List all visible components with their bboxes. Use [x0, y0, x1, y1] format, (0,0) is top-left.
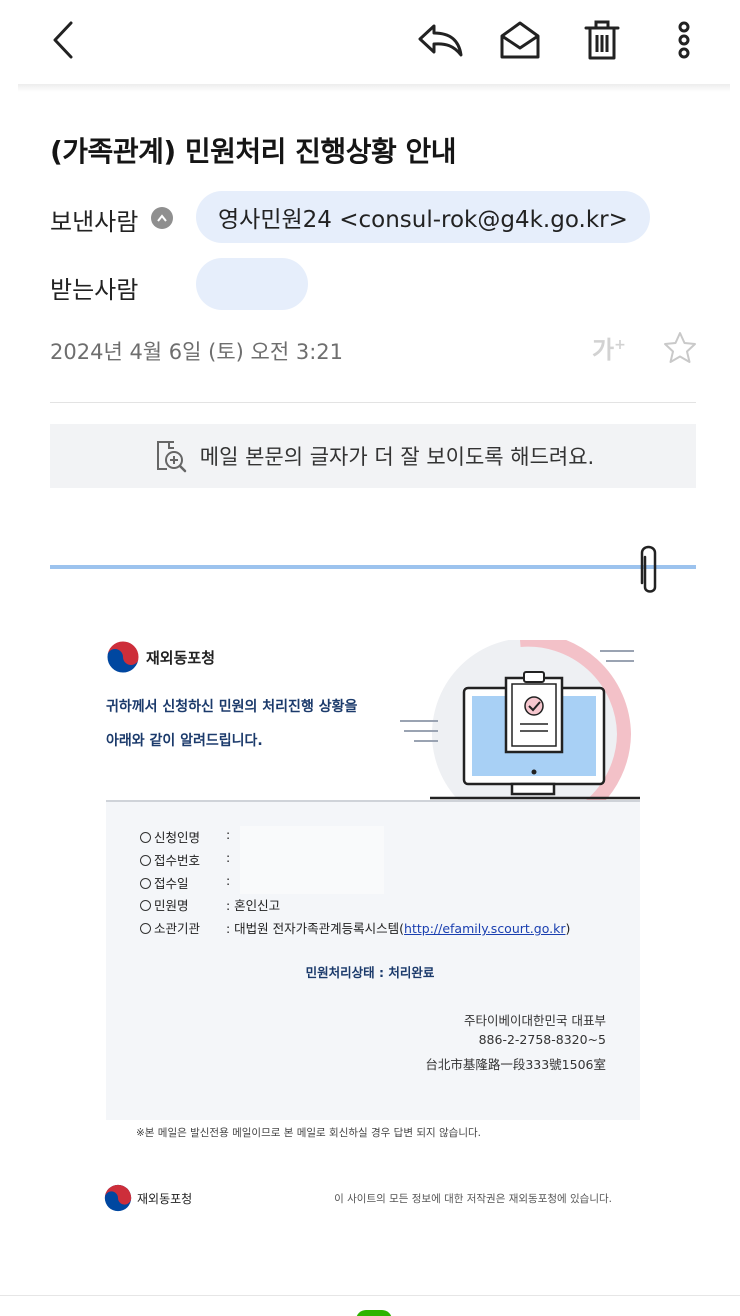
back-icon: [53, 21, 73, 59]
info-row-applicant: 신청인명: [140, 827, 200, 846]
more-icon: [678, 21, 690, 59]
trash-icon: [584, 20, 620, 60]
redacted-area: [240, 826, 384, 894]
font-size-plus: +: [614, 337, 626, 353]
sender-expand-button[interactable]: [151, 207, 173, 229]
efamily-link[interactable]: http://efamily.scourt.go.kr: [404, 921, 565, 936]
bullet-circle-icon: [140, 855, 151, 866]
bullet-circle-icon: [140, 878, 151, 889]
more-button[interactable]: [658, 14, 710, 66]
sign-address: 台北市基隆路一段333號1506室: [425, 1057, 606, 1072]
mail-toolbar: [0, 0, 740, 84]
info-value: : 혼인신고: [226, 898, 281, 913]
mail-subject: (가족관계) 민원처리 진행상황 안내: [50, 135, 456, 168]
readability-text: 메일 본문의 글자가 더 잘 보이도록 해드려요.: [199, 445, 595, 469]
info-label: 민원명: [154, 898, 189, 913]
info-label: 접수일: [154, 876, 189, 891]
mark-unread-icon: [500, 21, 540, 59]
monitor-document-icon: [400, 632, 640, 830]
bullet-circle-icon: [140, 923, 151, 934]
star-button[interactable]: [662, 330, 698, 370]
sign-phone: 886-2-2758-8320~5: [478, 1032, 606, 1047]
toolbar-shadow: [18, 84, 730, 92]
mark-unread-button[interactable]: [494, 14, 546, 66]
no-reply-notice: ※본 메일은 발신전용 메일이므로 본 메일로 회신하실 경우 답변 되지 않습…: [136, 1127, 481, 1139]
mail-date: 2024년 4월 6일 (토) 오전 3:21: [50, 340, 344, 364]
info-value: :: [226, 827, 231, 842]
reply-button[interactable]: [414, 14, 466, 66]
font-size-label: 가: [592, 336, 615, 364]
lead-line-2: 아래와 같이 알려드립니다.: [106, 733, 263, 749]
info-value: :: [226, 850, 231, 865]
header-divider: [50, 402, 696, 403]
star-icon: [664, 332, 696, 363]
taeguk-logo-icon: [104, 1184, 132, 1212]
brand-name: 재외동포청: [146, 648, 216, 667]
recipient-label: 받는사람: [50, 276, 139, 304]
info-label: 소관기관: [154, 921, 201, 936]
delete-button[interactable]: [576, 14, 628, 66]
zoom-text-icon: [156, 441, 186, 473]
bullet-circle-icon: [140, 832, 151, 843]
bottom-action-button[interactable]: [356, 1310, 392, 1316]
recipient-chip[interactable]: [196, 258, 308, 310]
footer-logo: 재외동포청: [104, 1184, 192, 1212]
font-size-button[interactable]: 가+: [592, 330, 626, 365]
info-value: :: [226, 873, 231, 888]
brand-logo: 재외동포청: [106, 640, 215, 674]
readability-banner[interactable]: 메일 본문의 글자가 더 잘 보이도록 해드려요.: [50, 424, 696, 488]
info-row-receipt-date: 접수일: [140, 873, 189, 892]
agency-text-end: ): [565, 921, 571, 936]
back-button[interactable]: [38, 14, 90, 66]
lead-line-1: 귀하께서 신청하신 민원의 처리진행 상황을: [106, 699, 358, 715]
reply-icon: [418, 24, 463, 57]
process-status: 민원처리상태 : 처리완료: [305, 965, 435, 980]
bullet-circle-icon: [140, 900, 151, 911]
info-row-receipt-number: 접수번호: [140, 850, 200, 869]
attachment-button[interactable]: [638, 543, 662, 603]
footer-copyright: 이 사이트의 모든 정보에 대한 저작권은 재외동포청에 있습니다.: [334, 1193, 612, 1205]
chevron-up-icon: [157, 214, 167, 222]
bottom-divider: [0, 1295, 740, 1296]
attachment-divider: [50, 565, 696, 569]
taeguk-logo-icon: [106, 640, 140, 674]
info-value-agency: : 대법원 전자가족관계등록시스템(http://efamily.scourt.…: [226, 918, 570, 937]
sender-chip[interactable]: 영사민원24 <consul-rok@g4k.go.kr>: [196, 191, 650, 243]
info-label: 접수번호: [154, 853, 201, 868]
paperclip-icon: [640, 545, 657, 593]
agency-text: : 대법원 전자가족관계등록시스템(: [226, 921, 405, 936]
sign-office: 주타이베이대한민국 대표부: [464, 1013, 606, 1028]
footer-brand-name: 재외동포청: [137, 1191, 193, 1206]
info-label: 신청인명: [154, 830, 201, 845]
info-row-petition-name: 민원명: [140, 895, 189, 914]
sender-label: 보낸사람: [50, 208, 139, 236]
info-row-agency: 소관기관: [140, 918, 200, 937]
lead-text: 귀하께서 신청하신 민원의 처리진행 상황을 아래와 같이 알려드립니다.: [106, 696, 357, 764]
hero-illustration: [400, 632, 640, 830]
